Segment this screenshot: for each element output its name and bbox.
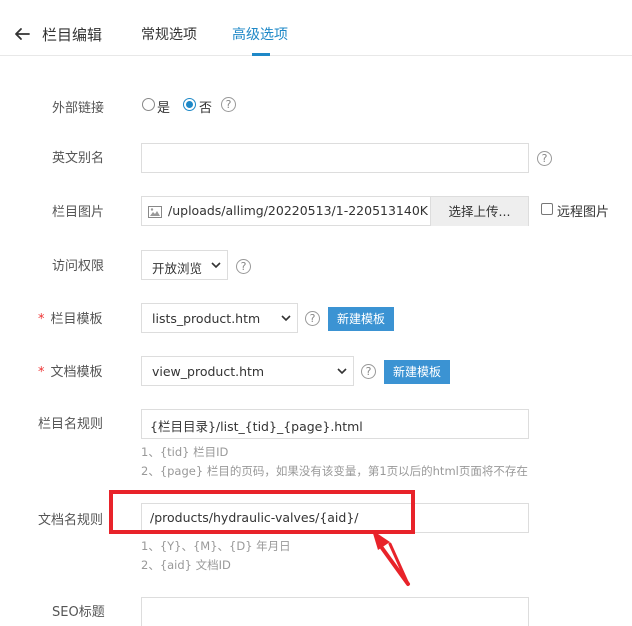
image-icon	[148, 206, 162, 218]
english-alias-label: 英文别名	[52, 151, 105, 166]
new-column-template-button[interactable]: 新建模板	[328, 307, 394, 331]
new-doc-template-button[interactable]: 新建模板	[384, 360, 450, 384]
doc-template-label: * 文档模板	[38, 365, 103, 380]
doc-rule-hint: 1、{Y}、{M}、{D} 年月日	[141, 539, 291, 553]
english-alias-input[interactable]	[141, 143, 529, 173]
tab-advanced[interactable]: 高级选项	[232, 24, 288, 44]
help-icon[interactable]: ?	[221, 97, 236, 112]
external-link-yes-radio[interactable]	[142, 98, 155, 111]
chevron-down-icon	[281, 315, 291, 322]
access-select[interactable]: 开放浏览	[141, 250, 228, 280]
doc-rule-hint: 2、{aid} 文档ID	[141, 558, 231, 572]
external-link-no-label: 否	[199, 101, 213, 116]
column-template-label: * 栏目模板	[38, 312, 103, 327]
access-label: 访问权限	[52, 259, 105, 274]
seo-title-label: SEO标题	[52, 605, 105, 620]
page-header: 栏目编辑 常规选项 高级选项	[0, 0, 632, 56]
chevron-down-icon	[211, 262, 221, 269]
tab-general[interactable]: 常规选项	[141, 24, 197, 44]
column-image-label: 栏目图片	[52, 205, 105, 220]
upload-button[interactable]: 选择上传...	[430, 197, 528, 226]
seo-title-input[interactable]	[141, 597, 529, 626]
chevron-down-icon	[337, 368, 347, 375]
page-title: 栏目编辑	[42, 26, 103, 44]
annotation-arrow-icon	[372, 530, 410, 586]
help-icon[interactable]: ?	[305, 311, 320, 326]
required-marker: *	[38, 365, 45, 380]
help-icon[interactable]: ?	[361, 364, 376, 379]
external-link-yes-label: 是	[157, 101, 171, 116]
doc-template-select[interactable]: view_product.htm	[141, 356, 354, 386]
column-rule-label: 栏目名规则	[38, 417, 104, 432]
back-arrow-icon[interactable]	[12, 24, 32, 44]
active-tab-indicator	[252, 53, 270, 56]
column-image-path: /uploads/allimg/20220513/1-220513140K	[168, 203, 428, 218]
column-rule-input[interactable]: {栏目目录}/list_{tid}_{page}.html	[141, 409, 529, 439]
column-template-select[interactable]: lists_product.htm	[141, 303, 298, 333]
required-marker: *	[38, 312, 45, 327]
remote-image-checkbox[interactable]	[541, 203, 553, 215]
external-link-label: 外部链接	[52, 101, 105, 116]
column-rule-hint: 2、{page} 栏目的页码，如果没有该变量，第1页以后的html页面将不存在	[141, 464, 528, 478]
doc-rule-label: 文档名规则	[38, 513, 104, 528]
external-link-no-radio[interactable]	[183, 98, 196, 111]
help-icon[interactable]: ?	[236, 259, 251, 274]
help-icon[interactable]: ?	[537, 151, 552, 166]
remote-image-label: 远程图片	[557, 205, 610, 220]
column-rule-hint: 1、{tid} 栏目ID	[141, 445, 229, 459]
